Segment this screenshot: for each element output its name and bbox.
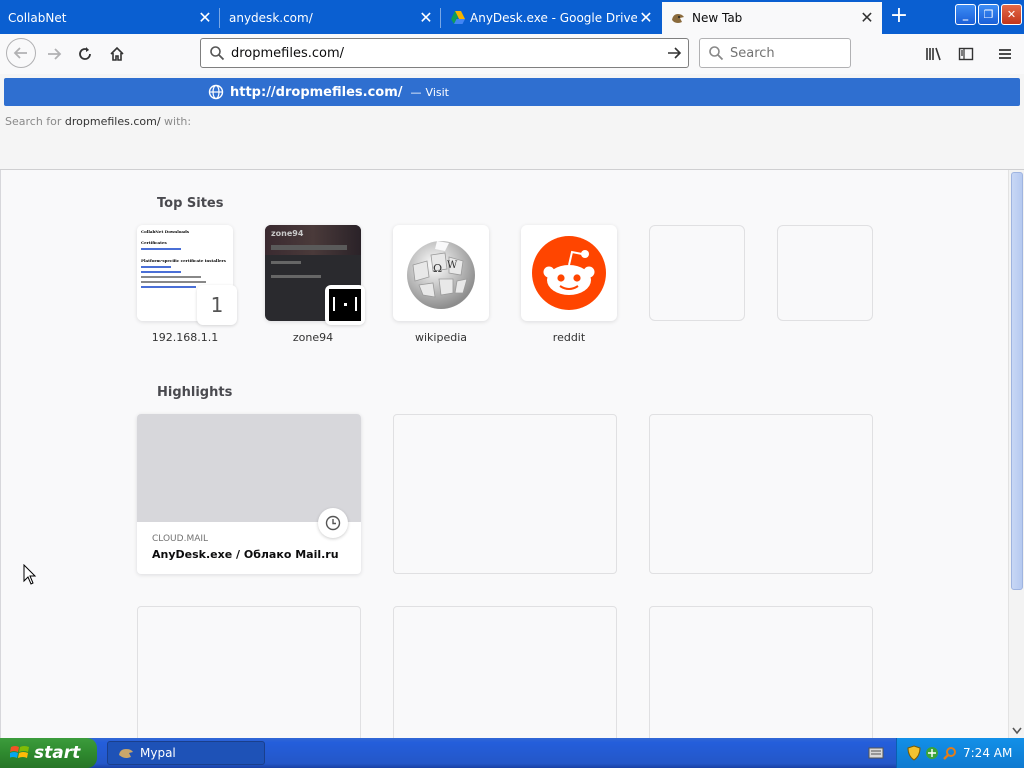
tab-anydesk[interactable]: anydesk.com/ ✕ <box>221 2 441 34</box>
clock-icon <box>325 515 341 531</box>
home-icon <box>110 46 124 61</box>
network-icon[interactable] <box>925 746 939 760</box>
url-autocomplete-popup: http://dropmefiles.com/ — Visit Search f… <box>0 74 1024 236</box>
pong-icon <box>329 289 361 321</box>
highlights-heading: Highlights <box>157 385 233 400</box>
security-shield-icon[interactable] <box>907 745 921 761</box>
maximize-button[interactable]: ❐ <box>978 4 999 25</box>
sidebar-button[interactable] <box>952 40 980 68</box>
globe-icon <box>208 84 224 100</box>
home-button[interactable] <box>103 40 131 68</box>
system-clock: 7:24 AM <box>963 746 1013 760</box>
tab-google-drive[interactable]: AnyDesk.exe - Google Drive ✕ <box>442 2 661 34</box>
scrollbar-thumb[interactable] <box>1011 172 1023 590</box>
hamburger-menu-icon <box>999 49 1011 59</box>
reload-button[interactable] <box>71 40 99 68</box>
firefox-newtab-icon <box>670 10 686 26</box>
card-source: CLOUD.MAIL <box>152 534 209 544</box>
top-site-tile-empty[interactable] <box>649 225 745 321</box>
highlight-card-empty <box>393 606 617 738</box>
navigation-toolbar: dropmefiles.com/ Search <box>0 34 1024 74</box>
go-arrow-icon[interactable] <box>666 45 682 61</box>
windows-logo-icon <box>10 746 29 758</box>
sidebar-icon <box>958 47 974 61</box>
reload-icon <box>79 47 91 60</box>
site-badge: 1 <box>197 285 237 325</box>
url-input[interactable]: dropmefiles.com/ <box>225 46 666 61</box>
new-tab-button[interactable]: + <box>886 4 912 30</box>
forward-button[interactable] <box>40 40 68 68</box>
arrow-left-icon <box>13 47 27 59</box>
zone94-favicon <box>325 285 365 325</box>
search-bar[interactable]: Search <box>699 38 851 68</box>
top-site-tile-wikipedia[interactable]: Ω W <box>393 225 489 321</box>
tab-new-tab[interactable]: New Tab ✕ <box>662 2 882 34</box>
vertical-scrollbar[interactable] <box>1008 170 1024 738</box>
visit-suggestion-row[interactable]: http://dropmefiles.com/ — Visit <box>4 78 1020 106</box>
tab-close-icon[interactable]: ✕ <box>637 9 655 27</box>
keyboard-language-icon[interactable] <box>868 747 884 759</box>
search-input[interactable]: Search <box>724 46 775 61</box>
svg-text:W: W <box>447 260 458 271</box>
search-with-label: Search for dropmefiles.com/ with: <box>5 115 192 128</box>
highlight-card-empty <box>393 414 617 574</box>
top-site-tile-reddit[interactable] <box>521 225 617 321</box>
search-icon <box>210 46 225 61</box>
start-button[interactable]: start <box>0 738 97 768</box>
visit-url: http://dropmefiles.com/ <box>230 84 403 100</box>
top-site-tile-empty[interactable] <box>777 225 873 321</box>
minimize-button[interactable]: _ <box>955 4 976 25</box>
tab-close-icon[interactable]: ✕ <box>858 9 876 27</box>
tab-close-icon[interactable]: ✕ <box>417 9 435 27</box>
library-icon <box>926 47 941 61</box>
visit-label: Visit <box>425 85 449 99</box>
magnifier-icon[interactable] <box>943 746 957 760</box>
new-tab-page: Top Sites CollabNet Downloads Certificat… <box>0 170 1008 738</box>
svg-text:Ω: Ω <box>433 262 442 275</box>
mouse-cursor-icon <box>23 564 37 585</box>
system-tray: 7:24 AM <box>896 738 1024 768</box>
arrow-right-icon <box>48 48 62 60</box>
highlight-card-cloud-mail[interactable]: CLOUD.MAIL AnyDesk.exe / Облако Mail.ru <box>137 414 361 574</box>
google-drive-icon <box>450 10 466 26</box>
wikipedia-globe-icon: Ω W <box>407 241 475 309</box>
tab-collabnet[interactable]: CollabNet ✕ <box>0 2 220 34</box>
card-preview-image <box>137 414 361 522</box>
card-title: AnyDesk.exe / Облако Mail.ru <box>152 548 339 561</box>
windows-taskbar: start Mypal 7:24 AM <box>0 738 1024 768</box>
close-window-button[interactable]: ✕ <box>1001 4 1022 25</box>
search-icon <box>709 46 724 61</box>
back-button[interactable] <box>6 38 36 68</box>
taskbar-item-mypal[interactable]: Mypal <box>107 741 265 765</box>
tab-close-icon[interactable]: ✕ <box>196 9 214 27</box>
top-sites-heading: Top Sites <box>157 196 224 211</box>
mypal-app-icon <box>119 749 133 758</box>
reddit-icon <box>532 236 606 310</box>
highlight-card-empty <box>649 414 873 574</box>
tab-strip: CollabNet ✕ anydesk.com/ ✕ AnyDesk.exe -… <box>0 0 1024 34</box>
url-bar[interactable]: dropmefiles.com/ <box>200 38 689 68</box>
history-badge <box>318 508 348 538</box>
library-button[interactable] <box>920 40 948 68</box>
scroll-down-arrow-icon[interactable] <box>1012 727 1022 735</box>
highlight-card-empty <box>137 606 361 738</box>
highlight-card-empty <box>649 606 873 738</box>
menu-button[interactable] <box>991 40 1019 68</box>
